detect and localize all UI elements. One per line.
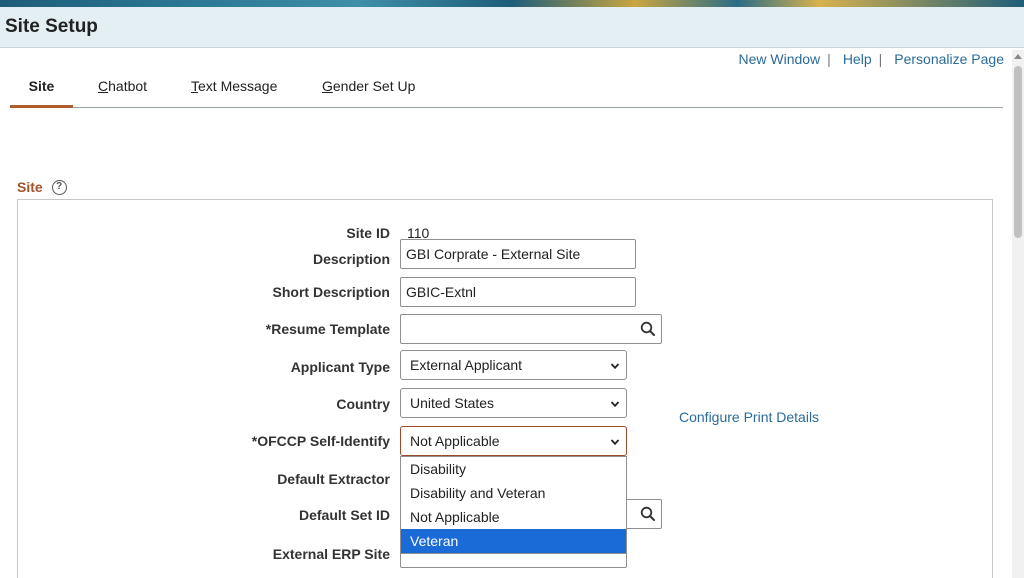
personalize-page-link[interactable]: Personalize Page <box>894 51 1004 67</box>
default-set-id-label: Default Set ID <box>298 507 390 523</box>
default-extractor-label: Default Extractor <box>277 471 390 487</box>
tab-label: Site <box>28 78 55 94</box>
top-links: New Window | Help | Personalize Page <box>738 51 1004 67</box>
tab-site[interactable]: Site <box>10 78 73 108</box>
chevron-down-icon <box>610 401 620 408</box>
external-erp-site-label: External ERP Site <box>272 546 390 562</box>
ofccp-value: Not Applicable <box>410 433 500 449</box>
resume-template-input[interactable] <box>400 314 662 344</box>
help-link[interactable]: Help <box>843 51 872 67</box>
applicant-type-label: Applicant Type <box>290 359 390 375</box>
section-title: Site ? <box>17 179 67 195</box>
tab-label: hatbot <box>108 78 148 94</box>
ofccp-dropdown-list: Disability Disability and Veteran Not Ap… <box>400 456 627 554</box>
new-window-link[interactable]: New Window <box>738 51 820 67</box>
decorative-banner <box>0 0 1024 7</box>
search-icon[interactable] <box>639 505 657 523</box>
tab-text-message[interactable]: Text Message <box>191 78 277 108</box>
country-select[interactable]: United States <box>400 388 627 418</box>
site-id-label: Site ID <box>346 225 390 241</box>
dropdown-option-not-applicable[interactable]: Not Applicable <box>401 505 626 529</box>
dropdown-option-veteran[interactable]: Veteran <box>401 529 626 553</box>
configure-print-details-link[interactable]: Configure Print Details <box>679 409 819 425</box>
help-icon[interactable]: ? <box>51 179 67 195</box>
ofccp-self-identify-select[interactable]: Not Applicable <box>400 426 627 456</box>
tab-chatbot[interactable]: Chatbot <box>98 78 147 108</box>
tab-mnemonic: T <box>191 78 198 94</box>
chevron-down-icon <box>610 363 620 370</box>
page-title: Site Setup <box>5 16 98 37</box>
short-description-label: Short Description <box>272 284 390 300</box>
applicant-type-value: External Applicant <box>410 357 523 373</box>
title-bar: Site Setup <box>0 7 1024 48</box>
link-separator: | <box>827 51 831 67</box>
tab-label: ender Set Up <box>332 78 416 94</box>
description-input[interactable]: GBI Corprate - External Site <box>400 239 636 269</box>
dropdown-option-disability[interactable]: Disability <box>401 457 626 481</box>
dropdown-option-disability-and-veteran[interactable]: Disability and Veteran <box>401 481 626 505</box>
scrollbar-thumb[interactable] <box>1014 66 1022 238</box>
tab-label: ext Message <box>198 78 278 94</box>
tab-mnemonic: G <box>322 78 333 94</box>
resume-template-label: *Resume Template <box>265 321 390 337</box>
search-icon[interactable] <box>639 320 657 338</box>
section-title-text: Site <box>17 179 43 195</box>
link-separator: | <box>878 51 883 67</box>
ofccp-self-identify-label: *OFCCP Self-Identify <box>251 433 390 449</box>
tab-bar: Site Chatbot Text Message Gender Set Up <box>10 70 1003 108</box>
scroll-up-arrow-icon[interactable] <box>1014 54 1022 59</box>
applicant-type-select[interactable]: External Applicant <box>400 350 627 380</box>
tab-mnemonic: C <box>98 78 109 94</box>
country-label: Country <box>336 396 390 412</box>
tab-gender-set-up[interactable]: Gender Set Up <box>322 78 415 108</box>
page-scrollbar[interactable] <box>1012 50 1024 578</box>
short-description-input[interactable]: GBIC-Extnl <box>400 277 636 307</box>
description-label: Description <box>312 251 390 267</box>
country-value: United States <box>410 395 495 411</box>
chevron-down-icon <box>610 439 620 446</box>
